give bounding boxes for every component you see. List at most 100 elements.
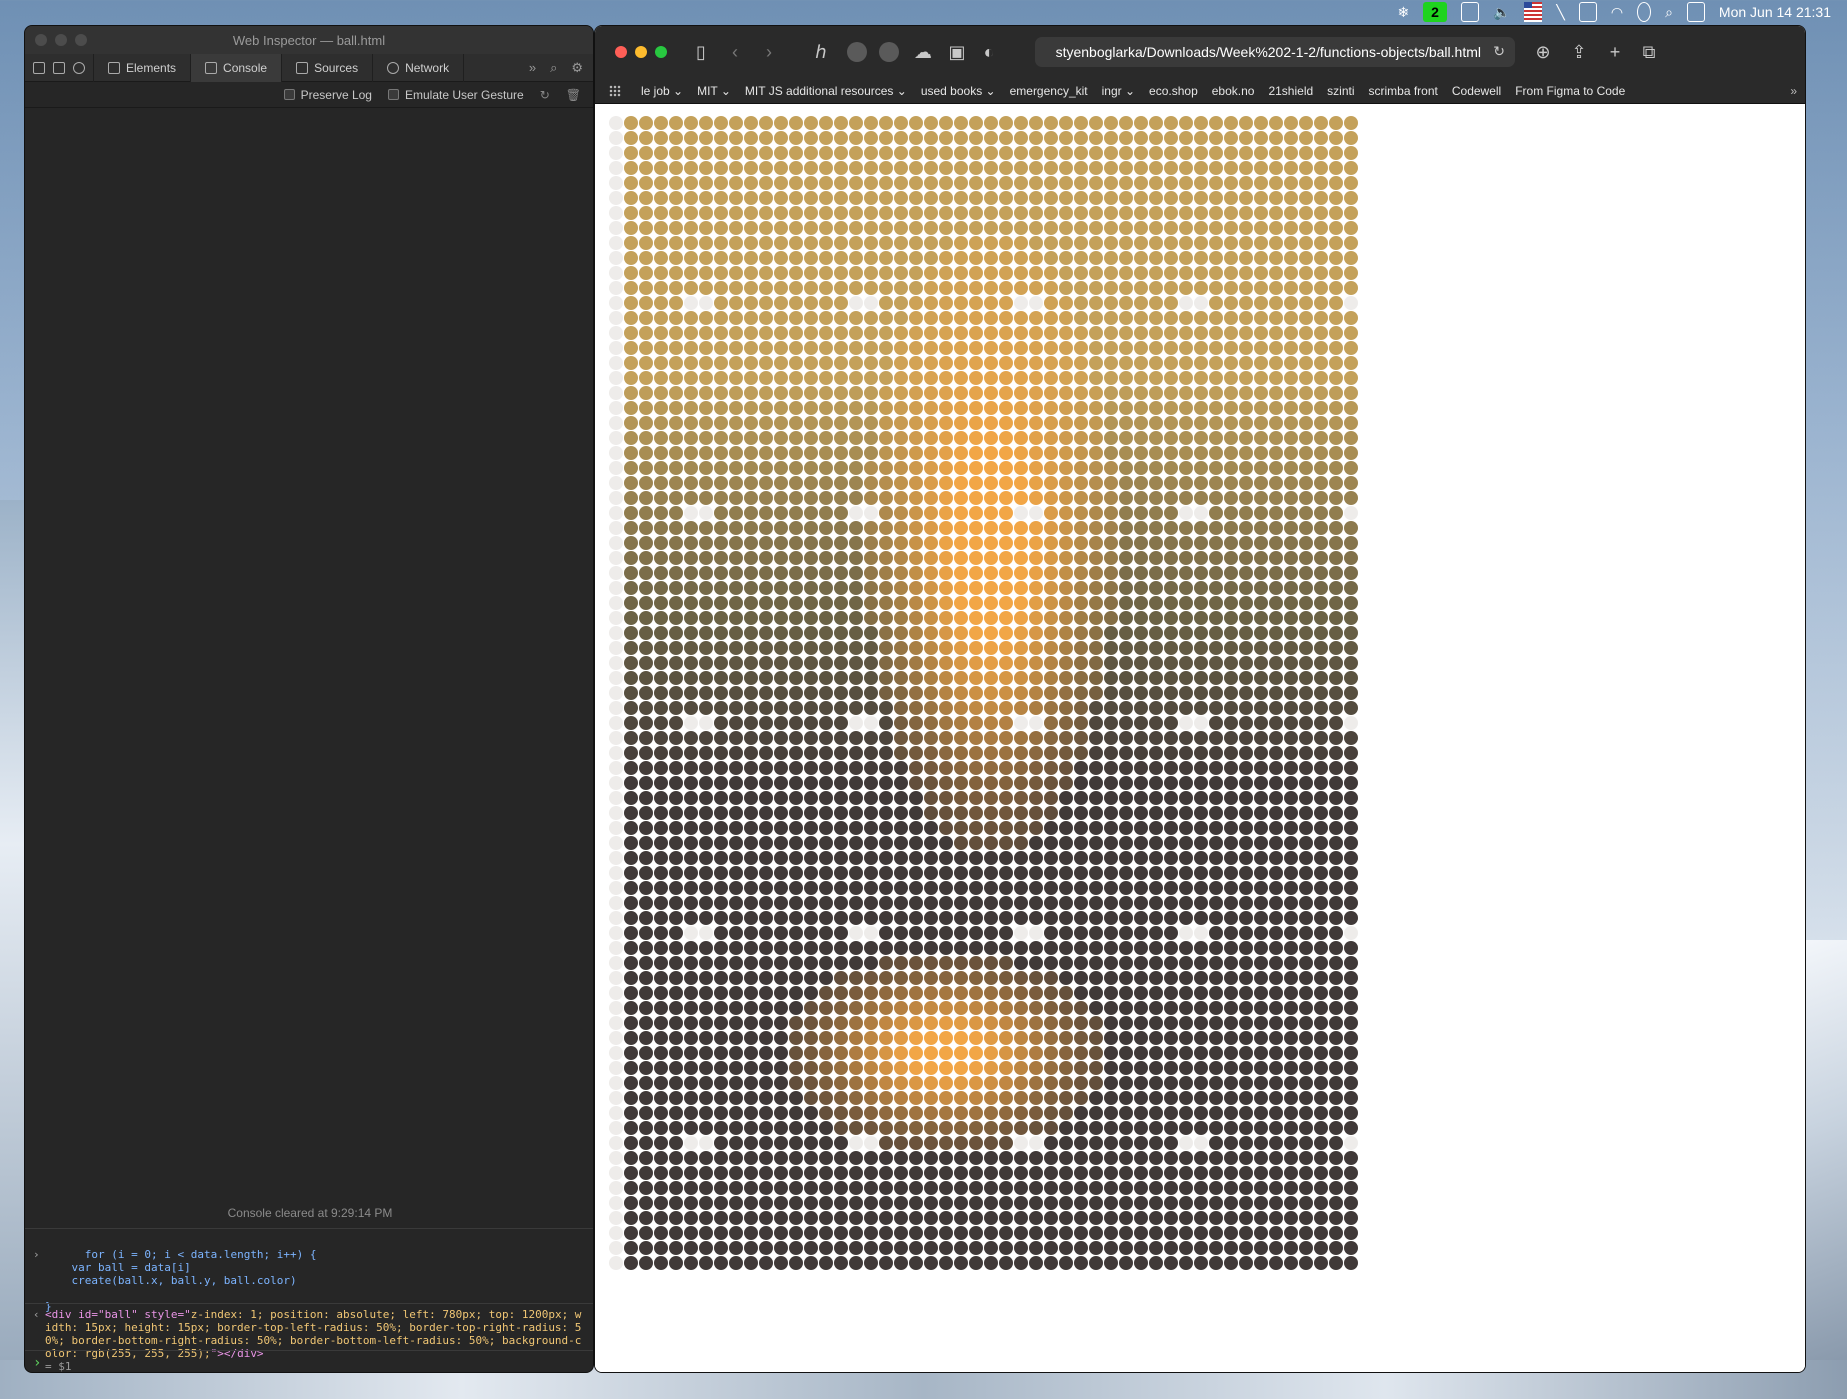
ball bbox=[804, 971, 818, 985]
ball bbox=[939, 746, 953, 760]
sidebar-icon[interactable]: ▯ bbox=[691, 42, 711, 62]
ball bbox=[744, 191, 758, 205]
workspace-badge[interactable]: 2 bbox=[1423, 2, 1447, 22]
search-icon[interactable]: ⌕ bbox=[550, 60, 557, 76]
zoom-button[interactable] bbox=[75, 34, 87, 46]
forward-icon[interactable]: › bbox=[759, 42, 779, 62]
grid-icon[interactable] bbox=[609, 84, 621, 97]
ball bbox=[999, 1001, 1013, 1015]
ball bbox=[1209, 731, 1223, 745]
contrast-icon[interactable]: ◐ bbox=[979, 42, 999, 62]
minimize-button[interactable] bbox=[635, 46, 647, 58]
preserve-log-checkbox[interactable]: Preserve Log bbox=[283, 88, 372, 102]
bookmark-szinti[interactable]: szinti bbox=[1327, 84, 1354, 98]
minimize-button[interactable] bbox=[55, 34, 67, 46]
ball bbox=[1209, 581, 1223, 595]
pen-icon[interactable]: ╲ bbox=[1556, 2, 1564, 22]
bookmark-scrimba[interactable]: scrimba front bbox=[1369, 84, 1438, 98]
ball bbox=[1194, 1031, 1208, 1045]
ball bbox=[774, 371, 788, 385]
ball bbox=[804, 611, 818, 625]
control-center-icon[interactable] bbox=[1686, 2, 1705, 22]
ball bbox=[999, 1121, 1013, 1135]
flag-icon[interactable] bbox=[1524, 2, 1543, 22]
wifi-icon[interactable]: ◠ bbox=[1611, 2, 1623, 22]
ball bbox=[1059, 1001, 1073, 1015]
bookmark-ingr[interactable]: ingr ⌄ bbox=[1102, 84, 1135, 98]
ball bbox=[654, 701, 668, 715]
tab-console[interactable]: Console bbox=[191, 53, 283, 82]
battery-icon[interactable] bbox=[1578, 2, 1597, 22]
ball bbox=[1029, 671, 1043, 685]
ball bbox=[999, 521, 1013, 535]
reload-icon[interactable]: ↻ bbox=[540, 88, 550, 102]
back-icon[interactable]: ‹ bbox=[725, 42, 745, 62]
tab-overview-icon[interactable]: ⧉ bbox=[1639, 42, 1659, 62]
download-icon[interactable]: ⊕ bbox=[1533, 42, 1553, 62]
trash-icon[interactable]: 🗑 bbox=[566, 88, 581, 102]
volume-icon[interactable]: 🔈 bbox=[1493, 2, 1510, 22]
ball bbox=[1269, 761, 1283, 775]
ball bbox=[759, 566, 773, 580]
ball bbox=[1059, 926, 1073, 940]
ball bbox=[924, 701, 938, 715]
bookmark-emergency-kit[interactable]: emergency_kit bbox=[1010, 84, 1088, 98]
close-button[interactable] bbox=[35, 34, 47, 46]
ball bbox=[714, 821, 728, 835]
tab-network[interactable]: Network bbox=[373, 53, 465, 82]
tab-sources[interactable]: Sources bbox=[282, 53, 374, 82]
ball bbox=[909, 791, 923, 805]
ball bbox=[1059, 221, 1073, 235]
ball bbox=[1134, 671, 1148, 685]
target-icon[interactable] bbox=[73, 61, 85, 74]
extension-icon[interactable]: ℎ bbox=[811, 42, 831, 62]
ball bbox=[729, 1061, 743, 1075]
bookmark-eco-shop[interactable]: eco.shop bbox=[1149, 84, 1198, 98]
search-icon[interactable]: ⌕ bbox=[1665, 2, 1673, 22]
ball bbox=[1314, 1091, 1328, 1105]
new-tab-icon[interactable]: + bbox=[1605, 42, 1625, 62]
ball bbox=[1254, 1046, 1268, 1060]
dock-side-icon[interactable] bbox=[33, 61, 45, 74]
zoom-button[interactable] bbox=[655, 46, 667, 58]
emulate-gesture-checkbox[interactable]: Emulate User Gesture bbox=[387, 88, 524, 102]
bookmark-le-job[interactable]: le job ⌄ bbox=[641, 84, 683, 98]
tab-elements[interactable]: Elements bbox=[94, 53, 192, 82]
bookmark-ebok[interactable]: ebok.no bbox=[1212, 84, 1255, 98]
ball bbox=[1044, 896, 1058, 910]
address-bar[interactable]: styenboglarka/Downloads/Week%202-1-2/fun… bbox=[1035, 37, 1515, 67]
gear-icon[interactable]: ⚙ bbox=[571, 60, 583, 76]
menubar-clock[interactable]: Mon Jun 14 21:31 bbox=[1719, 2, 1831, 22]
adblock-icon[interactable] bbox=[847, 42, 867, 62]
close-button[interactable] bbox=[615, 46, 627, 58]
bookmark-used-books[interactable]: used books ⌄ bbox=[921, 84, 996, 98]
ball bbox=[624, 716, 638, 730]
bookmark-codewell[interactable]: Codewell bbox=[1452, 84, 1501, 98]
privacy-icon[interactable] bbox=[879, 42, 899, 62]
dock-bottom-icon[interactable] bbox=[53, 61, 65, 74]
bookmark-mit-js[interactable]: MIT JS additional resources ⌄ bbox=[745, 84, 907, 98]
stack-icon[interactable] bbox=[1460, 2, 1479, 22]
ball bbox=[819, 236, 833, 250]
snowflake-icon[interactable]: ❄ bbox=[1397, 2, 1409, 22]
bookmark-mit[interactable]: MIT ⌄ bbox=[697, 84, 731, 98]
ball bbox=[834, 1001, 848, 1015]
ball bbox=[1254, 641, 1268, 655]
cloud-icon[interactable]: ☁ bbox=[913, 42, 933, 62]
ball bbox=[654, 521, 668, 535]
reload-icon[interactable]: ↻ bbox=[1493, 43, 1505, 60]
ball bbox=[1224, 641, 1238, 655]
ball bbox=[1194, 656, 1208, 670]
ball bbox=[1104, 986, 1118, 1000]
more-tabs-icon[interactable]: » bbox=[529, 60, 536, 75]
share-icon[interactable]: ⇪ bbox=[1569, 42, 1589, 62]
user-icon[interactable] bbox=[1637, 2, 1652, 22]
ball bbox=[729, 626, 743, 640]
more-bookmarks-icon[interactable]: » bbox=[1790, 84, 1797, 98]
pocket-icon[interactable]: ▣ bbox=[947, 42, 967, 62]
bookmark-21shield[interactable]: 21shield bbox=[1268, 84, 1313, 98]
ball bbox=[1149, 491, 1163, 505]
console-prompt-input[interactable]: › bbox=[25, 1350, 593, 1372]
bookmark-figma-to-code[interactable]: From Figma to Code bbox=[1515, 84, 1625, 98]
ball bbox=[669, 401, 683, 415]
